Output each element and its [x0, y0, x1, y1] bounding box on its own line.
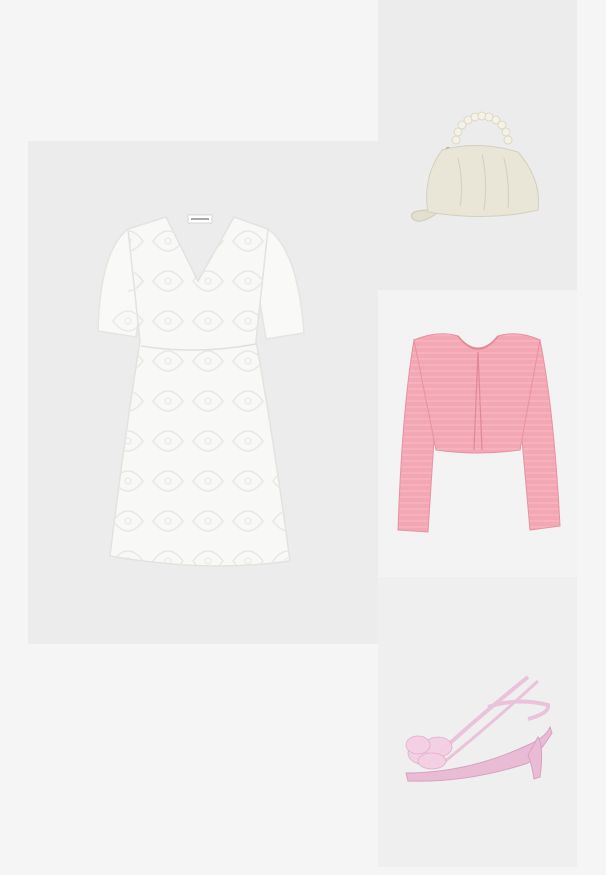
product-tile-sandal[interactable]: [378, 577, 577, 867]
product-tile-bag[interactable]: [378, 0, 577, 290]
outfit-collage: [0, 0, 606, 875]
product-tile-dress[interactable]: [28, 141, 378, 644]
dress-image: [97, 214, 305, 567]
cardigan-image: [397, 333, 561, 533]
bag-image: [410, 111, 540, 222]
sandal-image: [405, 675, 553, 782]
product-tile-cardigan[interactable]: [378, 290, 577, 577]
